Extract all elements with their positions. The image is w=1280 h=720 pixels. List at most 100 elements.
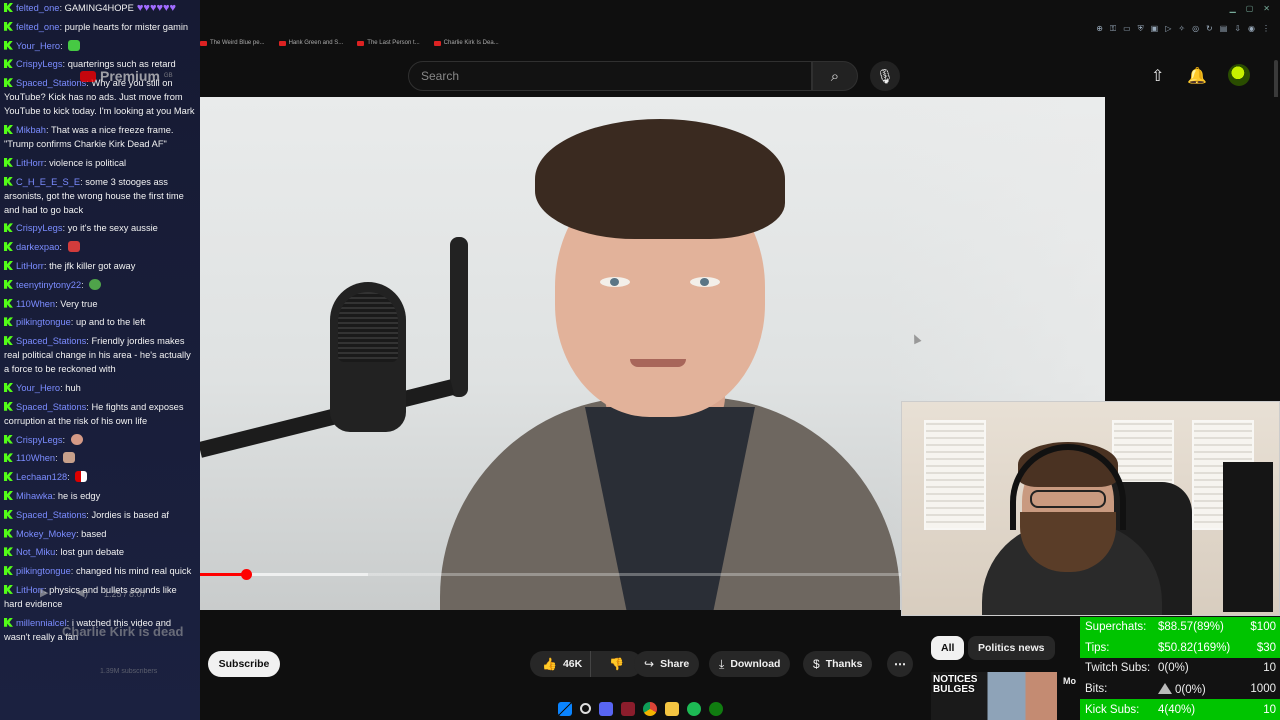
chat-username[interactable]: felted_one [16,22,59,32]
chat-username[interactable]: darkexpao [16,242,59,252]
bookmark-item[interactable]: The Last Person t... [357,40,420,46]
chat-separator: : [62,434,68,445]
share-button[interactable]: ↪ Share [634,651,700,677]
chat-username[interactable]: millennialcel [16,618,67,628]
stat-label: Tips: [1085,641,1110,654]
face-emote-icon [63,452,76,464]
more-actions-button[interactable]: ⋯ [887,651,913,677]
chat-message: LitHorr: physics and bullets sounds like… [4,583,196,611]
chat-message: pilkingtongue: up and to the left [4,315,196,329]
thanks-button[interactable]: $ Thanks [803,651,873,677]
chat-username[interactable]: CrispyLegs [16,223,63,233]
obs-icon[interactable] [620,701,635,716]
theater-margin [1105,97,1280,402]
purple-heart-emote-icon: ♥♥♥♥♥♥ [133,2,177,14]
chat-username[interactable]: CrispyLegs [16,435,63,445]
windows-start-icon[interactable] [557,701,572,716]
stat-label: Twitch Subs: [1085,662,1151,675]
zoom-icon[interactable]: ⊕ [1096,24,1103,34]
youtube-premium-logo[interactable]: Premium GB [80,68,173,84]
puzzle-icon[interactable]: ✧ [1178,24,1185,34]
headphones-icon[interactable]: ◎ [1192,24,1199,34]
close-icon[interactable]: ✕ [1263,4,1270,13]
play-pause-icon[interactable]: ▶ [40,586,48,599]
channel-video-title: Charlie Kirk is dead [62,624,184,639]
key-icon[interactable]: ⚿ [1110,24,1116,34]
profile-icon[interactable]: ◉ [1248,24,1255,34]
lock-icon[interactable]: ▤ [1220,24,1228,34]
notifications-icon[interactable]: 🔔 [1187,66,1207,86]
chip-politics-news[interactable]: Politics news [968,636,1055,660]
extension-icon[interactable]: ▣ [1151,24,1159,34]
taskbar-search-icon[interactable] [579,703,591,714]
kick-badge-icon [4,176,13,186]
thumbnail-caption: NOTICES BULGES [933,674,978,695]
download-icon[interactable]: ⇩ [1234,24,1241,34]
search-button[interactable]: ⌕ [812,61,858,91]
chat-message: teenytinytony22: [4,278,196,292]
xbox-icon[interactable] [708,701,723,716]
minimize-icon[interactable]: ▁ [1230,4,1236,13]
chat-username[interactable]: CrispyLegs [16,59,63,69]
recommended-video-thumbnail[interactable]: NOTICES BULGES [931,672,1057,720]
search-placeholder: Search [421,69,460,83]
avatar[interactable] [1228,64,1250,86]
chat-message: LitHorr: the jfk killer got away [4,259,196,273]
kick-badge-icon [4,124,13,134]
kick-badge-icon [4,3,13,12]
kick-badge-icon [4,223,13,233]
chat-username[interactable]: Spaced_Stations [16,402,86,412]
chat-username[interactable]: Your_Hero [16,383,60,393]
chrome-icon[interactable] [642,701,657,716]
chat-username[interactable]: Spaced_Stations [16,336,86,346]
chat-username[interactable]: 110When [16,453,55,463]
voice-search-button[interactable]: 🎙 [870,61,900,91]
chat-username[interactable]: Mikbah [16,125,46,135]
chat-username[interactable]: pilkingtongue [16,566,71,576]
chat-message: Spaced_Stations: Friendly jordies makes … [4,334,196,376]
chat-username[interactable]: Mihawka [16,491,53,501]
dislike-button[interactable]: 👎 [597,657,636,671]
spotify-icon[interactable] [686,701,701,716]
glasses [1030,490,1106,508]
bookmark-item[interactable]: Hank Green and S... [278,40,343,46]
recommended-video-title[interactable]: Mo [1063,676,1076,686]
bookmark-item[interactable]: Charlie Kirk Is Dea... [433,40,499,46]
share-label: Share [660,658,690,670]
like-button[interactable]: 👍 46K [530,651,592,677]
sync-icon[interactable]: ↻ [1206,24,1213,34]
chat-username[interactable]: LitHorr [16,158,44,168]
download-button[interactable]: ⤓ Download [709,651,791,677]
chat-username[interactable]: Not_Miku [16,547,55,557]
chat-username[interactable]: Spaced_Stations [16,78,86,88]
chat-separator: : [60,40,66,51]
chat-username[interactable]: pilkingtongue [16,317,71,327]
chat-username[interactable]: Spaced_Stations [16,510,86,520]
chat-username[interactable]: LitHorr [16,261,44,271]
search-input[interactable]: Search [408,61,812,91]
volume-icon[interactable]: ◀) [76,586,88,599]
chat-username[interactable]: felted_one [16,3,59,13]
chat-username[interactable]: Your_Hero [16,41,60,51]
chat-username[interactable]: Mokey_Mokey [16,529,76,539]
bookmark-item[interactable]: The Weird Blue pe... [200,40,265,46]
chat-message: LitHorr: violence is political [4,156,196,170]
subscribe-button[interactable]: Subscribe [208,651,280,677]
file-explorer-icon[interactable] [664,701,679,716]
chat-username[interactable]: teenytinytony22 [16,280,81,290]
maximize-icon[interactable]: ▢ [1246,4,1254,13]
shield-icon[interactable]: ⛨ [1138,24,1144,34]
chat-username[interactable]: C_H_E_E_S_E [16,177,80,187]
kick-badge-icon [4,40,13,50]
chat-message: Spaced_Stations: Jordies is based af [4,508,196,522]
stat-value: 0(0%) [1158,662,1189,675]
bookmark-icon[interactable]: ▭ [1123,24,1131,34]
play-icon[interactable]: ▷ [1165,24,1171,34]
chat-username[interactable]: 110When [16,299,55,309]
discord-icon[interactable] [598,701,613,716]
chip-all[interactable]: All [931,636,965,660]
upload-icon[interactable]: ⇧ [1151,66,1164,86]
chat-username[interactable]: Lechaan128 [16,472,67,482]
menu-icon[interactable]: ⋮ [1262,24,1270,34]
screen: ▁ ▢ ✕ ⊕ ⚿ ▭ ⛨ ▣ ▷ ✧ ◎ ↻ ▤ ⇩ ◉ ⋮ The Weir… [0,0,1280,720]
